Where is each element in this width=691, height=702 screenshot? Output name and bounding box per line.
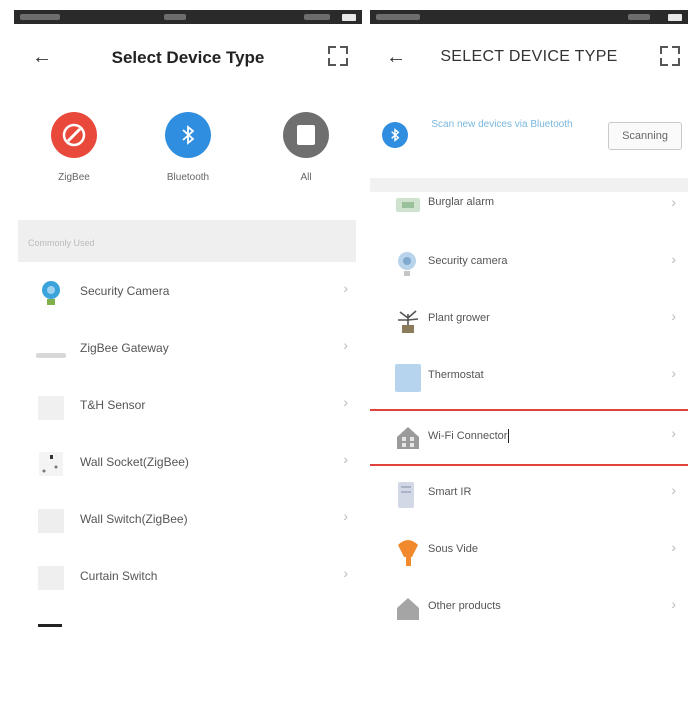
- chevron-right-icon: ›: [343, 337, 348, 353]
- scan-qr-icon[interactable]: [328, 46, 348, 66]
- bluetooth-scan-row: Scan new devices via Bluetooth Scanning: [370, 108, 688, 162]
- chevron-right-icon: ›: [671, 482, 676, 498]
- bluetooth-icon: [382, 122, 408, 148]
- list-item-security-camera[interactable]: Security camera ›: [370, 235, 688, 292]
- plant-icon: [398, 310, 419, 333]
- pairing-methods: ZigBee Bluetooth All: [14, 112, 362, 192]
- item-label: Thermostat: [428, 369, 484, 381]
- scanning-button[interactable]: Scanning: [608, 122, 682, 150]
- method-label: All: [300, 172, 312, 183]
- method-zigbee[interactable]: ZigBee: [34, 112, 114, 183]
- alarm-icon: [396, 198, 420, 212]
- bluetooth-hint: Scan new devices via Bluetooth: [431, 119, 573, 130]
- list-item-zigbee-gateway[interactable]: ZigBee Gateway ›: [14, 321, 362, 378]
- item-label: Burglar alarm: [428, 196, 495, 208]
- ir-icon: [398, 482, 414, 508]
- curtain-icon: [38, 566, 64, 590]
- method-all[interactable]: All: [266, 112, 346, 183]
- chevron-right-icon: ›: [671, 194, 676, 210]
- camera-icon: [42, 281, 60, 305]
- battery-icon: [668, 14, 682, 21]
- item-label: Security Camera: [80, 284, 170, 298]
- chevron-right-icon: ›: [671, 251, 676, 267]
- home-icon: [397, 427, 419, 449]
- item-label: T&H Sensor: [80, 398, 146, 412]
- chevron-right-icon: ›: [671, 365, 676, 381]
- sous-vide-icon: [398, 540, 418, 566]
- item-label: Wall Switch(ZigBee): [80, 512, 188, 526]
- list-item-th-sensor[interactable]: T&H Sensor ›: [14, 378, 362, 435]
- list-item-thermostat[interactable]: Thermostat ›: [370, 349, 688, 406]
- method-label: Bluetooth: [166, 172, 210, 183]
- page-title: SELECT DEVICE TYPE: [440, 48, 618, 65]
- status-bar: [14, 10, 362, 24]
- method-bluetooth[interactable]: Bluetooth: [148, 112, 228, 183]
- all-icon: [283, 112, 329, 158]
- nav-bar: ← Select Device Type: [14, 38, 362, 78]
- item-label: Smart IR: [428, 486, 472, 498]
- thermostat-icon: [395, 364, 421, 392]
- socket-icon: [39, 452, 63, 476]
- list-item-sous-vide[interactable]: Sous Vide ›: [370, 523, 688, 580]
- chevron-right-icon: ›: [343, 280, 348, 296]
- chevron-right-icon: ›: [343, 508, 348, 524]
- zigbee-icon: [51, 112, 97, 158]
- status-bar: [370, 10, 688, 24]
- battery-icon: [342, 14, 356, 21]
- item-label: Plant grower: [428, 312, 490, 324]
- camera-icon: [398, 252, 416, 276]
- list-item-other-products[interactable]: Other products ›: [370, 580, 688, 637]
- bluetooth-icon: [165, 112, 211, 158]
- list-item-smart-ir[interactable]: Smart IR ›: [370, 466, 688, 523]
- switch-icon: [38, 509, 64, 533]
- chevron-right-icon: ›: [343, 565, 348, 581]
- list-item-curtain-switch[interactable]: Curtain Switch ›: [14, 549, 362, 606]
- chevron-right-icon: ›: [671, 596, 676, 612]
- item-label: ZigBee Gateway: [80, 341, 169, 355]
- sensor-icon: [38, 396, 64, 420]
- list-item-wall-socket[interactable]: Wall Socket(ZigBee) ›: [14, 435, 362, 492]
- right-screen: ← SELECT DEVICE TYPE Scan new devices vi…: [370, 0, 688, 702]
- method-label: ZigBee: [58, 172, 90, 183]
- list-item-security-camera[interactable]: Security Camera ›: [14, 264, 362, 321]
- chevron-right-icon: ›: [671, 425, 676, 441]
- section-header: Commonly Used: [18, 220, 356, 262]
- scan-qr-icon[interactable]: [660, 46, 680, 66]
- list-item-plant-grower[interactable]: Plant grower ›: [370, 292, 688, 349]
- nav-bar: ← SELECT DEVICE TYPE: [370, 38, 688, 78]
- list-item-wifi-connector[interactable]: Wi-Fi Connector ›: [370, 409, 688, 466]
- list-item-wall-switch[interactable]: Wall Switch(ZigBee) ›: [14, 492, 362, 549]
- chevron-right-icon: ›: [343, 394, 348, 410]
- partial-item-icon: [38, 624, 62, 627]
- page-title: Select Device Type: [111, 48, 265, 67]
- item-label: Sous Vide: [428, 543, 478, 555]
- item-label: Curtain Switch: [80, 569, 158, 583]
- chevron-right-icon: ›: [343, 451, 348, 467]
- chevron-right-icon: ›: [671, 539, 676, 555]
- item-label: Wall Socket(ZigBee): [80, 455, 189, 469]
- item-label: Wi-Fi Connector: [428, 429, 510, 443]
- gateway-icon: [36, 353, 66, 358]
- item-label: Security camera: [428, 255, 508, 267]
- left-screen: ← Select Device Type ZigBee Bluetooth Al…: [14, 0, 362, 702]
- item-label: Other products: [428, 600, 501, 612]
- chevron-right-icon: ›: [671, 308, 676, 324]
- section-label: Commonly Used: [28, 238, 95, 248]
- list-item-burglar-alarm[interactable]: Burglar alarm ›: [370, 178, 688, 235]
- other-icon: [397, 598, 419, 620]
- text-cursor: [508, 429, 510, 443]
